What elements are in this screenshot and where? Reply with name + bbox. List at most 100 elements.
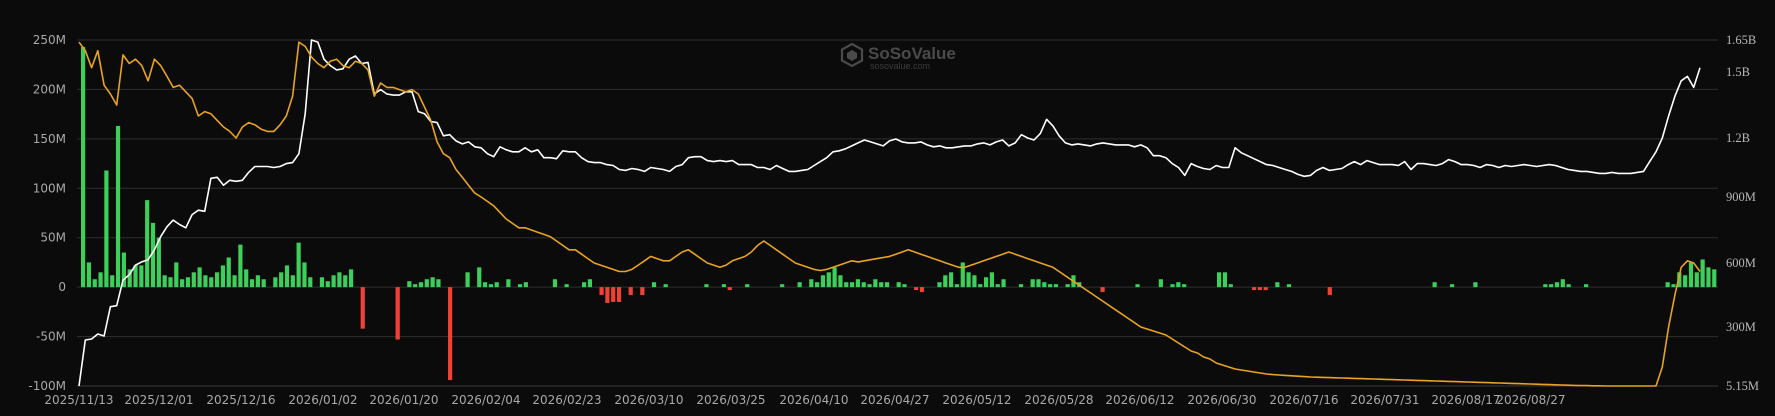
inflow-bar <box>1549 284 1554 288</box>
inflow-bar <box>232 275 237 288</box>
x-tick-label: 2026/05/28 <box>1024 393 1093 407</box>
inflow-bar <box>413 284 418 288</box>
inflow-bar <box>815 282 820 288</box>
inflow-bar <box>966 272 971 288</box>
inflow-bar <box>284 265 290 288</box>
inflow-bar <box>92 279 97 288</box>
inflow-bar <box>1065 284 1070 288</box>
inflow-bar <box>820 275 826 288</box>
inflow-bar <box>797 282 802 288</box>
inflow-bar <box>663 284 668 288</box>
inflow-bar <box>482 282 488 288</box>
x-tick-label: 2026/06/12 <box>1105 393 1174 407</box>
inflow-bar <box>867 284 872 288</box>
inflow-bar <box>861 282 866 288</box>
inflow-bar <box>180 279 185 288</box>
line-orange <box>78 41 1701 387</box>
inflow-bar <box>249 279 255 288</box>
inflow-bar <box>86 262 92 288</box>
inflow-bar <box>343 275 348 288</box>
inflow-bar <box>436 279 441 288</box>
inflow-bar <box>197 267 202 288</box>
outflow-bar <box>727 287 732 291</box>
outflow-bar <box>611 287 616 302</box>
y-left-tick-label: 200M <box>33 82 66 96</box>
x-tick-label: 2026/08/27 <box>1496 393 1565 407</box>
inflow-bar <box>203 275 208 288</box>
inflow-bar <box>261 279 266 288</box>
inflow-bar <box>279 272 284 288</box>
inflow-bar <box>1176 282 1181 288</box>
y-left-tick-label: -100M <box>28 379 66 393</box>
inflow-bar <box>488 284 493 288</box>
inflow-bar <box>337 272 342 288</box>
inflow-bar <box>1450 284 1455 288</box>
inflow-bar <box>290 275 295 288</box>
x-tick-label: 2026/01/20 <box>369 393 438 407</box>
x-tick-label: 2026/05/12 <box>942 393 1011 407</box>
outflow-bar <box>599 287 604 296</box>
y-axis-right: 1.65B 1.5B 1.2B 900M 600M 300M 5.15M <box>1726 33 1759 393</box>
grid-lines <box>77 39 1718 387</box>
y-axis-left: 250M 200M 150M 100M 50M 0 -50M -100M <box>28 33 66 393</box>
outflow-bar <box>1263 287 1268 291</box>
inflow-bar <box>1688 262 1694 288</box>
inflow-bar <box>1560 279 1565 288</box>
inflow-bar <box>1182 284 1187 288</box>
inflow-bar <box>308 277 313 288</box>
inflow-bar <box>1036 279 1041 288</box>
inflow-bar <box>844 282 849 288</box>
inflow-bar <box>331 275 336 288</box>
inflow-bar <box>1473 282 1478 288</box>
x-tick-label: 2026/04/10 <box>779 393 848 407</box>
inflow-bar <box>523 282 528 288</box>
inflow-bar <box>255 275 260 288</box>
inflow-bar <box>978 284 983 288</box>
chart: SoSoValue sosovalue.com 250M 200M 150M 100M… <box>0 0 1775 416</box>
inflow-bar <box>1665 282 1670 288</box>
inflow-bar <box>214 272 220 288</box>
watermark: SoSoValue sosovalue.com <box>840 42 956 71</box>
inflow-bar <box>1275 282 1280 288</box>
outflow-bar <box>360 287 365 329</box>
inflow-bar <box>226 257 231 288</box>
inflow-bar <box>995 284 1000 288</box>
inflow-bar <box>896 282 901 288</box>
inflow-bar <box>104 170 109 288</box>
outflow-bar <box>395 287 400 340</box>
inflow-bar <box>826 272 831 288</box>
inflow-bar <box>1018 284 1024 288</box>
inflow-bar <box>418 282 424 288</box>
inflow-bar <box>1042 282 1047 288</box>
inflow-bar <box>191 272 196 288</box>
y-right-tick-label: 5.15M <box>1726 379 1759 393</box>
outflow-bar <box>1257 287 1262 291</box>
inflow-bar <box>494 282 499 288</box>
y-right-tick-label: 1.2B <box>1726 131 1750 145</box>
inflow-bar <box>1712 269 1717 288</box>
inflow-bar <box>424 279 429 288</box>
inflow-bar <box>1053 284 1059 288</box>
line-series <box>78 39 1701 387</box>
y-right-tick-label: 900M <box>1726 190 1756 204</box>
bar-series <box>81 46 1717 381</box>
inflow-bar <box>1584 284 1589 288</box>
inflow-bar <box>704 284 709 288</box>
y-left-tick-label: -50M <box>36 330 66 344</box>
inflow-bar <box>1135 284 1140 288</box>
inflow-bar <box>302 262 307 288</box>
inflow-bar <box>809 279 814 288</box>
outflow-bar <box>914 287 919 291</box>
outflow-bar <box>628 287 633 296</box>
inflow-bar <box>849 282 855 288</box>
inflow-bar <box>838 275 843 288</box>
inflow-bar <box>1706 267 1711 288</box>
inflow-bar <box>430 277 435 288</box>
inflow-bar <box>1543 284 1548 288</box>
x-tick-label: 2026/07/16 <box>1269 393 1338 407</box>
inflow-bar <box>1286 284 1292 288</box>
inflow-bar <box>325 281 330 288</box>
inflow-bar <box>989 272 994 288</box>
inflow-bar <box>943 275 948 288</box>
inflow-bar <box>162 275 167 288</box>
